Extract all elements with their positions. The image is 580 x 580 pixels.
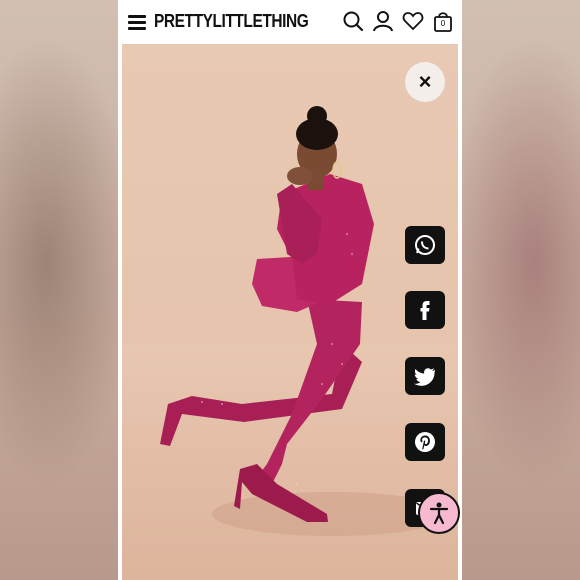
close-button[interactable]: ×	[405, 62, 445, 102]
bag-icon[interactable]: 0	[432, 10, 454, 32]
heart-icon[interactable]	[402, 10, 424, 32]
account-icon[interactable]	[372, 10, 394, 32]
pinterest-share-button[interactable]	[405, 423, 445, 461]
pinterest-icon	[415, 432, 435, 452]
facebook-share-button[interactable]	[405, 291, 445, 329]
menu-icon[interactable]	[128, 15, 146, 30]
header-actions: 0	[342, 10, 454, 32]
cart-count-badge: 0	[440, 19, 446, 28]
facebook-icon	[420, 301, 430, 320]
whatsapp-icon	[415, 235, 435, 255]
accessibility-button[interactable]	[418, 492, 460, 534]
twitter-share-button[interactable]	[405, 357, 445, 395]
site-header: PRETTYLITTLETHING 0	[118, 0, 462, 44]
accessibility-icon	[429, 502, 449, 525]
search-icon[interactable]	[342, 10, 364, 32]
twitter-icon	[414, 368, 435, 386]
brand-logo[interactable]: PRETTYLITTLETHING	[154, 11, 309, 32]
whatsapp-share-button[interactable]	[405, 226, 445, 264]
